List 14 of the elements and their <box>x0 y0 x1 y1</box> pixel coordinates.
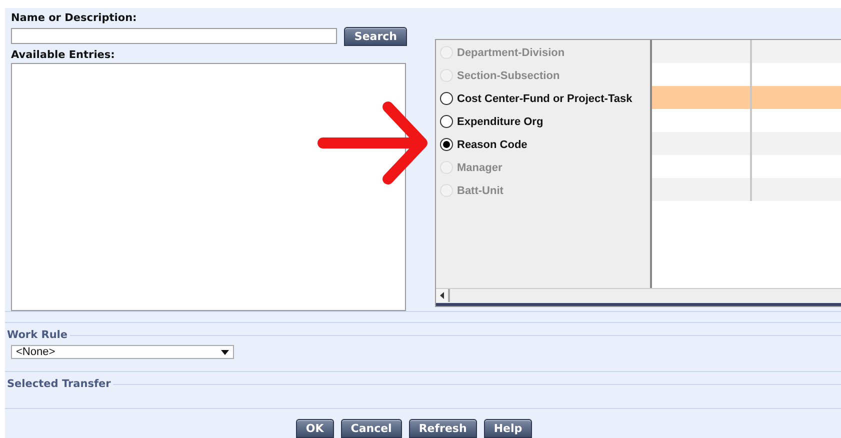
dialog-button[interactable]: Refresh <box>408 419 477 438</box>
list-label: Available Entries: <box>11 48 116 62</box>
option-label[interactable]: Expenditure Org <box>457 116 544 128</box>
field-label: Name or Description: <box>11 12 138 25</box>
dropdown-value: <None> <box>16 346 56 358</box>
dialog-button[interactable]: Help <box>484 419 532 438</box>
option-label[interactable]: Reason Code <box>457 138 528 150</box>
work-rule-dropdown[interactable]: <None> <box>11 345 234 359</box>
dialog-button[interactable]: OK <box>296 419 334 438</box>
option-label[interactable]: Cost Center-Fund or Project-Task <box>457 92 632 104</box>
search-button[interactable]: Search <box>344 26 407 46</box>
dialog-button[interactable]: Cancel <box>340 419 402 438</box>
section-title: Work Rule <box>7 329 68 341</box>
section-title: Selected Transfer <box>7 378 111 390</box>
